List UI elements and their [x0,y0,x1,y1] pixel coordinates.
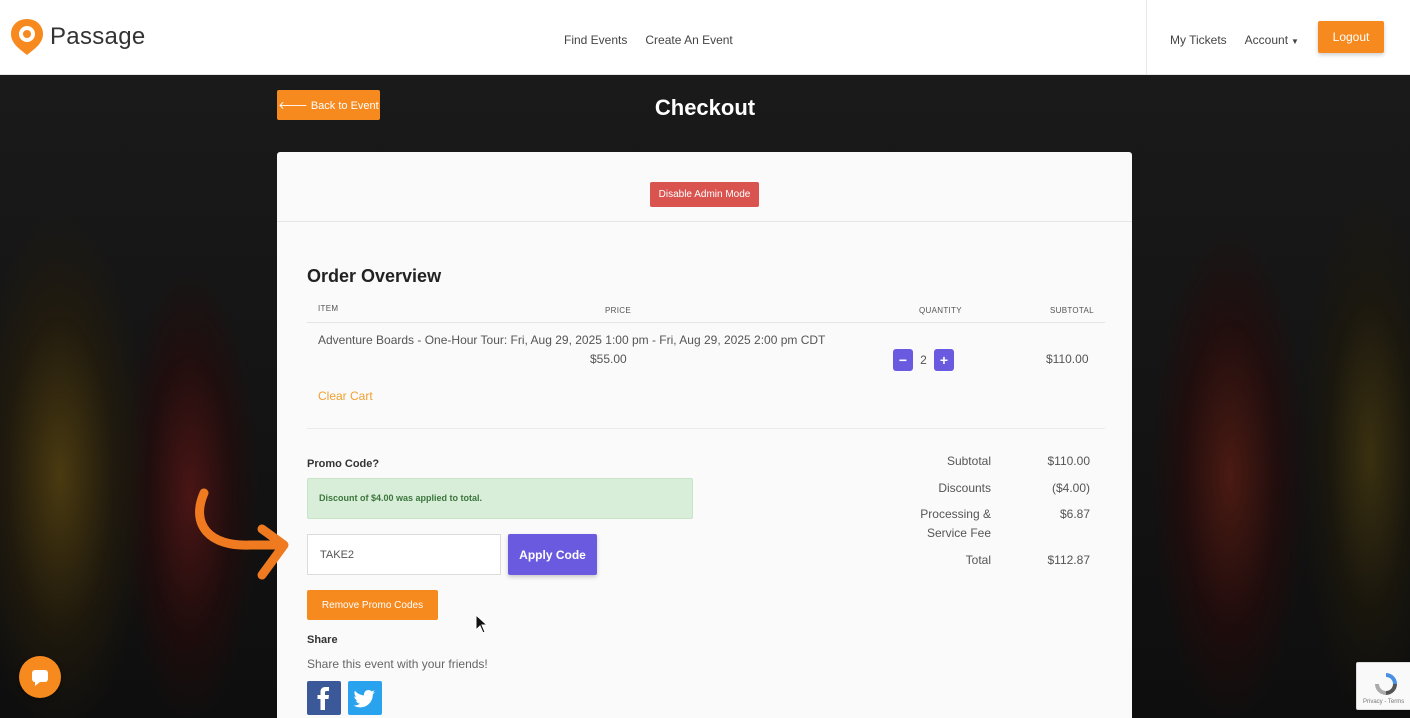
mouse-cursor-icon [475,614,489,634]
nav-find-events[interactable]: Find Events [564,33,627,47]
promo-code-label: Promo Code? [307,458,380,470]
curved-arrow-annotation-icon [195,488,289,580]
plus-icon: + [939,352,949,368]
user-nav: My Tickets Account ▼ [1170,33,1299,47]
main-nav: Find Events Create An Event [564,33,733,47]
decrease-quantity-button[interactable]: − [893,349,913,371]
twitter-share-button[interactable] [348,681,382,715]
back-to-event-label: Back to Event [310,100,379,112]
passage-logo-icon [11,19,43,55]
summary-subtotal-value: $110.00 [1047,454,1091,468]
recaptcha-badge[interactable]: Privacy - Terms [1356,662,1410,710]
twitter-icon [353,690,375,708]
page-title: Checkout [654,95,756,120]
facebook-share-button[interactable] [307,681,341,715]
nav-my-tickets[interactable]: My Tickets [1170,33,1227,47]
disable-admin-mode-button[interactable]: Disable Admin Mode [650,182,759,207]
facebook-icon [317,687,329,710]
column-header-item: ITEM [318,304,339,313]
column-header-subtotal: SUBTOTAL [1050,306,1094,315]
increase-quantity-button[interactable]: + [934,349,954,371]
arrow-left-icon: 🡐 [278,100,308,112]
summary-subtotal-label: Subtotal [946,454,991,468]
column-header-quantity: QUANTITY [919,306,962,315]
apply-code-button[interactable]: Apply Code [508,534,597,575]
summary-total-value: $112.87 [1047,553,1091,567]
table-header-divider [307,322,1105,323]
summary-fee-value: $6.87 [1059,507,1090,521]
order-overview-title: Order Overview [307,266,442,286]
cart-item-name: Adventure Boards - One-Hour Tour: Fri, A… [318,333,826,347]
caret-down-icon: ▼ [1291,37,1299,46]
promo-code-input[interactable] [307,534,501,575]
promo-success-alert: Discount of $4.00 was applied to total. [307,478,693,519]
remove-promo-codes-button[interactable]: Remove Promo Codes [307,590,438,620]
brand-name: Passage [50,23,146,50]
summary-fee-label-line2: Service Fee [926,526,991,540]
brand-logo[interactable]: Passage [10,18,146,56]
recaptcha-icon [1375,673,1397,695]
recaptcha-terms[interactable]: Privacy - Terms [1363,699,1404,705]
cart-item-price: $55.00 [590,352,627,366]
cart-item-subtotal: $110.00 [1046,352,1089,366]
nav-create-event[interactable]: Create An Event [645,33,732,47]
nav-account-label: Account [1244,33,1289,47]
nav-divider [1146,0,1147,75]
nav-account-dropdown[interactable]: Account ▼ [1245,33,1299,47]
summary-total-label: Total [965,553,991,567]
quantity-value: 2 [920,353,927,367]
section-divider [307,428,1105,429]
quantity-stepper: − 2 + [893,349,954,371]
checkout-card: Disable Admin Mode Order Overview ITEM P… [277,152,1132,718]
summary-fee-label-line1: Processing & [920,507,991,521]
site-header: Passage Find Events Create An Event My T… [0,0,1410,75]
share-title: Share [307,634,338,646]
share-text: Share this event with your friends! [307,657,488,671]
summary-discounts-label: Discounts [938,481,991,495]
summary-discounts-value: ($4.00) [1051,481,1090,495]
admin-strip: Disable Admin Mode [277,152,1132,222]
column-header-price: PRICE [605,306,631,315]
minus-icon: − [898,352,908,368]
clear-cart-link[interactable]: Clear Cart [318,389,373,403]
chat-widget-button[interactable] [19,656,61,698]
logout-button[interactable]: Logout [1318,21,1384,53]
chat-icon [32,670,48,686]
back-to-event-button[interactable]: 🡐 Back to Event [277,90,380,120]
